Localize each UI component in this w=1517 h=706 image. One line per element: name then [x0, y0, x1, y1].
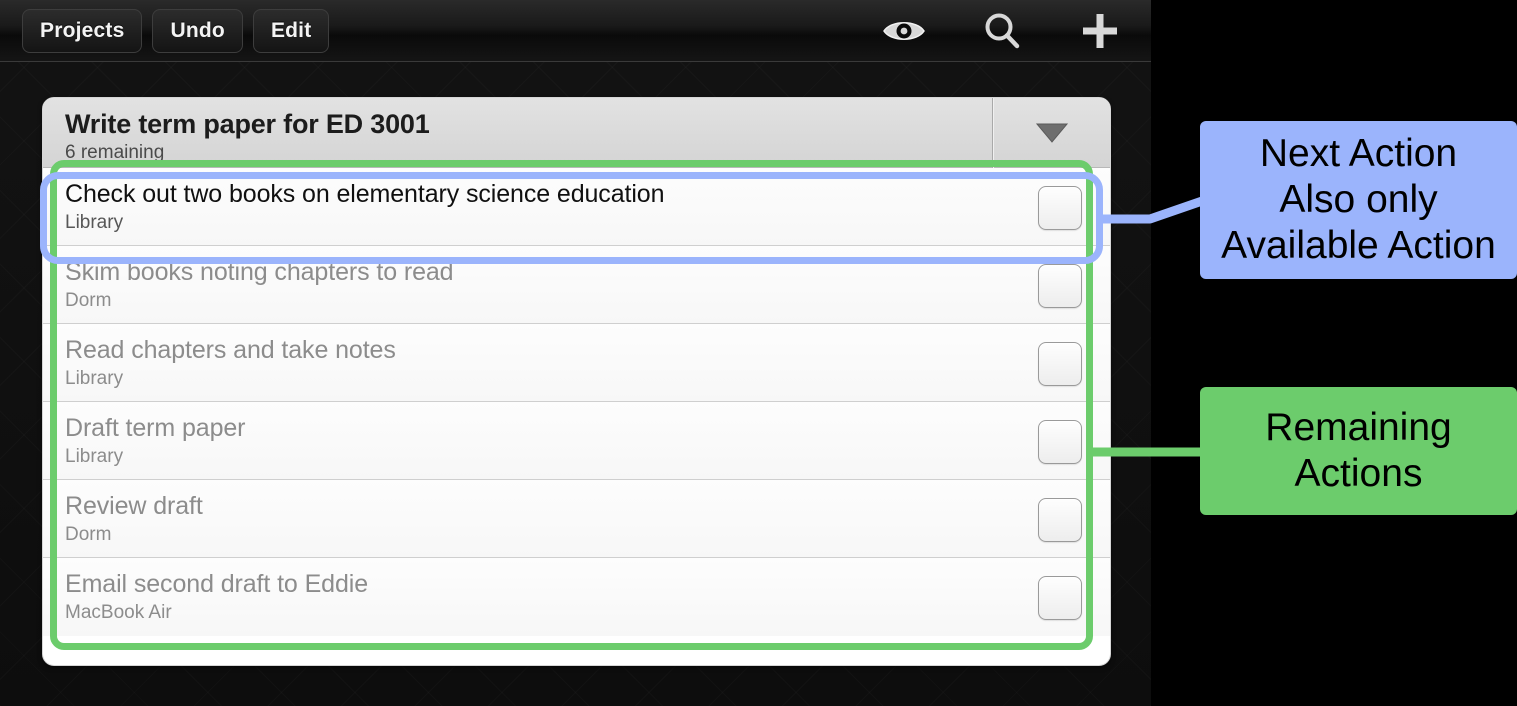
table-row[interactable]: Review draft Dorm: [43, 480, 1110, 558]
remaining-actions-callout: Remaining Actions: [1200, 387, 1517, 515]
task-checkbox[interactable]: [1038, 420, 1082, 464]
callout-line: Also only: [1279, 178, 1438, 221]
table-row[interactable]: Read chapters and take notes Library: [43, 324, 1110, 402]
task-context: MacBook Air: [65, 602, 172, 623]
task-checkbox[interactable]: [1038, 186, 1082, 230]
callout-line: Remaining: [1265, 406, 1452, 449]
task-title: Review draft: [65, 492, 203, 520]
task-title: Draft term paper: [65, 414, 246, 442]
task-text-group: Skim books noting chapters to read Dorm: [65, 257, 995, 313]
task-context: Library: [65, 368, 124, 389]
task-checkbox[interactable]: [1038, 264, 1082, 308]
table-row[interactable]: Draft term paper Library: [43, 402, 1110, 480]
task-checkbox[interactable]: [1038, 498, 1082, 542]
remaining-count-label: 6 remaining: [65, 142, 165, 163]
projects-button[interactable]: Projects: [22, 9, 143, 53]
task-text-group: Draft term paper Library: [65, 413, 995, 469]
task-text-group: Check out two books on elementary scienc…: [65, 179, 995, 235]
project-header[interactable]: Write term paper for ED 3001 6 remaining: [43, 98, 1110, 168]
project-card: Write term paper for ED 3001 6 remaining…: [42, 97, 1111, 666]
task-context: Library: [65, 446, 124, 467]
search-icon[interactable]: [979, 8, 1025, 54]
plus-icon[interactable]: [1077, 8, 1123, 54]
task-list: Check out two books on elementary scienc…: [43, 168, 1110, 636]
task-context: Library: [65, 212, 124, 233]
toolbar-left-group: Projects Undo Edit: [22, 9, 330, 53]
task-context: Dorm: [65, 524, 112, 545]
app-region: Projects Undo Edit Write term paper for …: [0, 0, 1151, 706]
table-row[interactable]: Skim books noting chapters to read Dorm: [43, 246, 1110, 324]
undo-button[interactable]: Undo: [152, 9, 243, 53]
task-text-group: Email second draft to Eddie MacBook Air: [65, 569, 995, 625]
next-action-callout: Next Action Also only Available Action: [1200, 121, 1517, 279]
table-row[interactable]: Check out two books on elementary scienc…: [43, 168, 1110, 246]
project-header-text: Write term paper for ED 3001 6 remaining: [65, 108, 430, 164]
toolbar-right-group: [881, 8, 1123, 54]
task-title: Email second draft to Eddie: [65, 570, 369, 598]
callout-line: Available Action: [1221, 224, 1496, 267]
task-text-group: Read chapters and take notes Library: [65, 335, 995, 391]
task-title: Read chapters and take notes: [65, 336, 396, 364]
screenshot-root: Projects Undo Edit Write term paper for …: [0, 0, 1517, 706]
task-text-group: Review draft Dorm: [65, 491, 995, 547]
page-title: Write term paper for ED 3001: [65, 109, 430, 139]
table-row[interactable]: Email second draft to Eddie MacBook Air: [43, 558, 1110, 636]
task-checkbox[interactable]: [1038, 342, 1082, 386]
eye-icon[interactable]: [881, 8, 927, 54]
callout-line: Actions: [1294, 452, 1423, 495]
task-context: Dorm: [65, 290, 112, 311]
chevron-down-icon[interactable]: [993, 98, 1110, 168]
callout-line: Next Action: [1259, 132, 1458, 175]
task-title: Skim books noting chapters to read: [65, 258, 454, 286]
task-title: Check out two books on elementary scienc…: [65, 180, 665, 208]
task-checkbox[interactable]: [1038, 576, 1082, 620]
edit-button[interactable]: Edit: [252, 9, 330, 53]
toolbar: Projects Undo Edit: [0, 0, 1151, 62]
